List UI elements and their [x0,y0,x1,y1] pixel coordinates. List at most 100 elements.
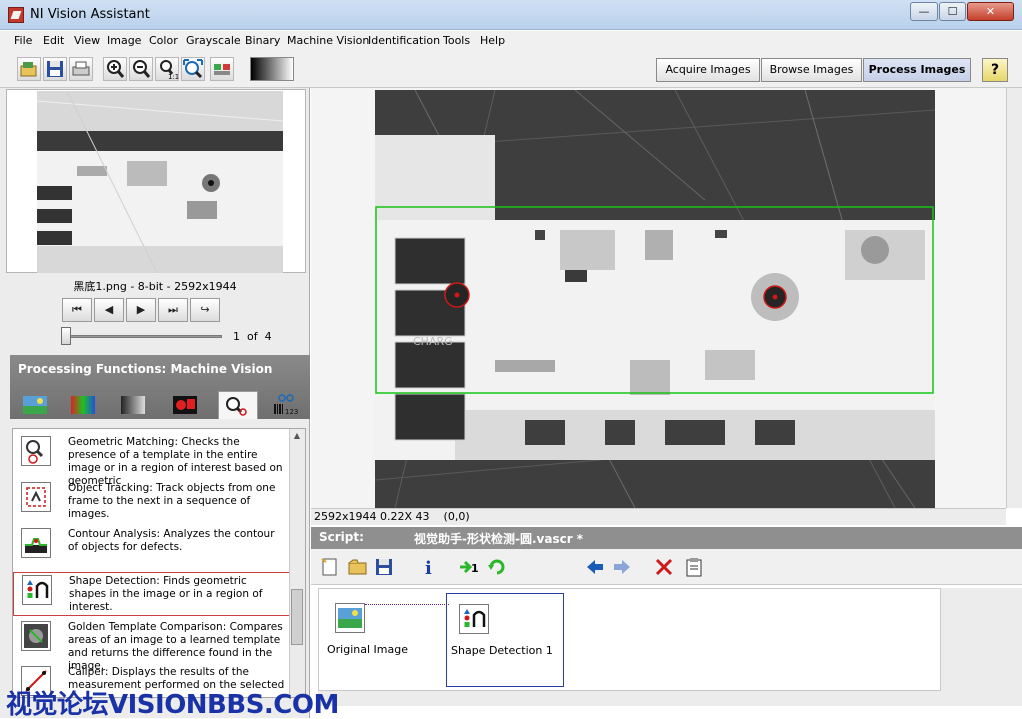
run-once-button[interactable]: 1 [458,556,480,578]
step-forward-button[interactable] [611,556,633,578]
zoom-in-icon [107,60,125,78]
zoom-in-button[interactable] [103,57,127,81]
menu-view[interactable]: View [74,34,100,47]
open-script-button[interactable] [347,556,369,578]
svg-text:1: 1 [471,562,479,575]
tab-binary-functions[interactable] [168,391,202,419]
create-labview-vi-button[interactable] [683,556,705,578]
maximize-button[interactable]: ☐ [939,2,966,21]
zoom-out-button[interactable] [129,57,153,81]
app-logo-icon [8,7,24,23]
tab-image-functions[interactable] [18,391,52,419]
main-toolbar: 1:1 Acquire Images Browse Images Process… [0,51,1022,88]
object-tracking-icon [21,482,51,512]
printer-icon [72,61,90,76]
list-item-contour-analysis[interactable]: Contour Analysis: Analyzes the contour o… [13,526,293,570]
previous-image-button[interactable]: ◀ [94,298,124,322]
tab-process-images[interactable]: Process Images [863,58,971,82]
close-button[interactable]: ✕ [967,2,1014,21]
zoom-fit-button[interactable] [181,57,205,81]
golden-template-icon [21,621,51,651]
window-title: NI Vision Assistant [30,7,150,22]
inspection-image[interactable]: CHARG [375,90,935,508]
list-item-object-tracking[interactable]: Object Tracking: Track objects from one … [13,480,293,524]
menu-binary[interactable]: Binary [245,34,280,47]
title-bar: NI Vision Assistant — ☐ ✕ [0,0,1022,30]
menu-color[interactable]: Color [149,34,178,47]
open-image-button[interactable] [17,57,41,81]
script-step-shape-detection[interactable]: Shape Detection 1 [446,593,564,687]
first-image-button[interactable]: ⏮ [62,298,92,322]
menu-help[interactable]: Help [480,34,505,47]
shape-detection-icon [22,575,52,605]
function-list-scroll-thumb[interactable] [291,589,303,645]
tab-machine-vision-functions[interactable] [218,391,258,419]
last-image-button[interactable]: ⏭ [158,298,188,322]
print-button[interactable] [69,57,93,81]
run-once-icon: 1 [460,560,479,575]
function-list-scrollbar[interactable] [289,429,305,697]
forum-watermark: 视觉论坛VISIONBBS.COM [6,690,339,719]
open-folder-icon [348,559,367,575]
clipboard-icon [686,558,702,577]
image-slider-track[interactable] [62,335,222,338]
palette-icon [214,64,230,75]
menu-tools[interactable]: Tools [443,34,470,47]
new-script-button[interactable] [319,556,341,578]
script-canvas[interactable]: Original Image Shape Detection 1 [318,588,941,706]
run-continuous-button[interactable] [486,556,508,578]
menu-machine-vision[interactable]: Machine Vision [287,34,369,47]
shape-detection-step-icon [459,604,489,634]
pixel-value-readout: 43 [415,510,430,523]
save-image-button[interactable] [43,57,67,81]
tab-grayscale-functions[interactable] [116,391,150,419]
tab-color-functions[interactable] [66,391,100,419]
script-toolbar: i 1 [311,549,1022,585]
image-vertical-scrollbar[interactable] [1006,88,1022,508]
color-category-icon [71,396,95,414]
charge-label: CHARG [413,335,453,348]
zoom-level-readout: 0.22X [380,510,413,523]
processing-functions-header: Processing Functions: Machine Vision 123 [10,355,310,419]
grayscale-category-icon [121,396,145,414]
menu-edit[interactable]: Edit [43,34,64,47]
loop-images-button[interactable]: ↪ [190,298,220,322]
menu-grayscale[interactable]: Grayscale [186,34,241,47]
shape-detection-description: Shape Detection: Finds geometric shapes … [69,575,263,613]
machine-vision-category-icon [226,397,247,416]
tab-browse-images[interactable]: Browse Images [761,58,862,82]
arrow-right-icon [614,560,630,574]
image-status-bar: 2592x1944 0.22X 43 (0,0) [314,510,470,523]
zoom-1to1-button[interactable]: 1:1 [155,57,179,81]
menu-image[interactable]: Image [107,34,141,47]
menu-identification[interactable]: Identification [368,34,440,47]
delete-step-button[interactable] [653,556,675,578]
svg-text:123: 123 [285,408,298,416]
script-info-button[interactable]: i [418,556,440,579]
svg-text:1:1: 1:1 [168,73,178,80]
info-icon: i [425,558,432,579]
thumbnail-board-graphic [37,91,283,273]
list-item-shape-detection[interactable]: Shape Detection: Finds geometric shapes … [13,572,293,616]
scroll-up-icon[interactable]: ▲ [291,431,303,443]
image-thumbnail[interactable] [37,91,283,273]
list-item-golden-template-comparison[interactable]: Golden Template Comparison: Compares are… [13,619,293,672]
minimize-button[interactable]: — [910,2,938,21]
run-loop-icon [488,559,505,575]
image-slider-handle[interactable] [61,327,71,345]
contour-analysis-description: Contour Analysis: Analyzes the contour o… [68,528,275,553]
lookup-table-button[interactable] [210,57,234,81]
next-image-button[interactable]: ▶ [126,298,156,322]
save-script-button[interactable] [373,556,395,578]
script-horizontal-scrollbar[interactable] [318,690,941,706]
help-button[interactable]: ? [982,58,1008,82]
grayscale-palette-swatch[interactable] [250,57,294,81]
list-item-geometric-matching[interactable]: Geometric Matching: Checks the presence … [13,434,293,487]
tab-identification-functions[interactable]: 123 [268,391,302,419]
new-script-icon [321,558,337,576]
step-label-shape-detection: Shape Detection 1 [451,644,553,657]
script-step-original-image[interactable]: Original Image [323,593,441,687]
menu-file[interactable]: File [14,34,32,47]
step-back-button[interactable] [584,556,606,578]
tab-acquire-images[interactable]: Acquire Images [656,58,760,82]
